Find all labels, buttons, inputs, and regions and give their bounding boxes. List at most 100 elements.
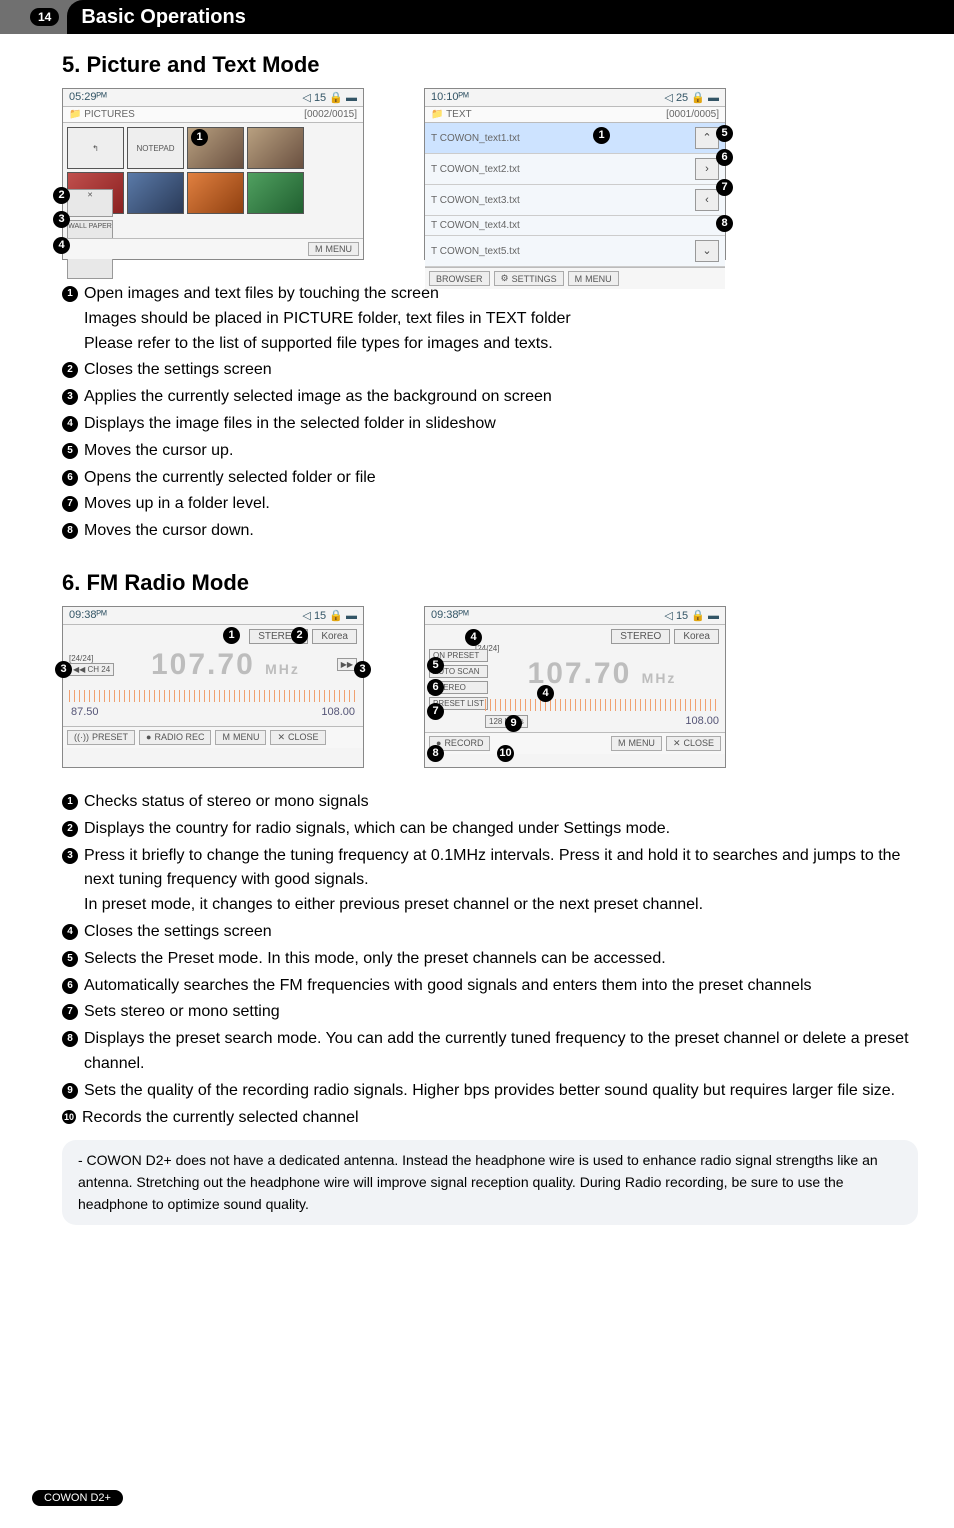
badge-5: 5: [716, 125, 733, 142]
item-number-badge: 6: [62, 470, 78, 486]
item-text: Opens the currently selected folder or f…: [84, 466, 918, 491]
section-6-title: 6. FM Radio Mode: [62, 570, 918, 596]
item-text: Checks status of stereo or mono signals: [84, 790, 918, 815]
fm-screenshot-settings: 09:38ᴾᴹ ◁ 15 🔒 ▬ STEREO Korea [24/24] ON…: [424, 606, 726, 768]
fm-preset-counter: [24/24]: [69, 654, 114, 663]
section-5-title: 5. Picture and Text Mode: [62, 52, 918, 78]
badge-2: 2: [53, 187, 70, 204]
item-number-badge: 7: [62, 1004, 78, 1020]
fm2-dial-scale: [485, 699, 719, 711]
description-item: 6 Opens the currently selected folder or …: [62, 466, 918, 491]
fm-range-labels: 87.50 108.00: [69, 706, 357, 722]
badge-fm-1: 1: [223, 627, 240, 644]
item-text: Selects the Preset mode. In this mode, o…: [84, 947, 918, 972]
antenna-note: - COWON D2+ does not have a dedicated an…: [62, 1140, 918, 1225]
description-item: 2 Displays the country for radio signals,…: [62, 817, 918, 842]
item-number-badge: 2: [62, 821, 78, 837]
image-thumb[interactable]: [187, 172, 244, 214]
file-down-icon[interactable]: ⌄: [695, 240, 719, 262]
fm-frequency-display: 107.70 MHz: [120, 644, 330, 686]
pic-counter: [0002/0015]: [304, 109, 357, 120]
description-item: 5Moves the cursor up.: [62, 439, 918, 464]
prev-tune-button[interactable]: ◀◀ CH 24: [69, 663, 114, 676]
item-number-badge: 3: [62, 848, 78, 864]
close-settings-button[interactable]: ✕: [67, 189, 113, 217]
page-content: 5. Picture and Text Mode 05:29ᴾᴹ ◁ 15 🔒 …: [0, 34, 954, 1225]
text-screenshot: 10:10ᴾᴹ ◁ 25 🔒 ▬ 📁 TEXT [0001/0005] T CO…: [424, 88, 726, 260]
description-item: 9Sets the quality of the recording radio…: [62, 1079, 918, 1104]
description-item: 1Checks status of stereo or mono signals: [62, 790, 918, 815]
item-number-badge: 1: [62, 286, 78, 302]
item-text: Displays the country for radio signals, …: [84, 817, 918, 842]
country-indicator: Korea: [674, 629, 719, 644]
pic-statusbar: 05:29ᴾᴹ ◁ 15 🔒 ▬: [63, 89, 363, 107]
item-text: Displays the image files in the selected…: [84, 412, 918, 437]
badge-fm-10: 10: [497, 745, 514, 762]
pic-crumb-row: 📁 PICTURES [0002/0015]: [63, 107, 363, 123]
text-crumb-row: 📁 TEXT [0001/0005]: [425, 107, 725, 123]
image-thumb[interactable]: [127, 172, 184, 214]
item-text: Applies the currently selected image as …: [84, 385, 918, 410]
item-number-badge: 2: [62, 362, 78, 378]
section-5-screenshots: 05:29ᴾᴹ ◁ 15 🔒 ▬ 📁 PICTURES [0002/0015] …: [62, 88, 918, 260]
settings-button[interactable]: ⚙ SETTINGS: [494, 271, 564, 286]
radio-rec-button[interactable]: ● RADIO REC: [139, 730, 211, 745]
pic-status-icons: ◁ 15 🔒 ▬: [302, 91, 357, 104]
badge-6: 6: [716, 149, 733, 166]
item-number-badge: 8: [62, 1031, 78, 1047]
badge-4: 4: [53, 237, 70, 254]
image-thumb[interactable]: [247, 172, 304, 214]
description-item: 4Closes the settings screen: [62, 920, 918, 945]
item-number-badge: 8: [62, 523, 78, 539]
file-back-icon[interactable]: ‹: [695, 189, 719, 211]
fm-status-icons: ◁ 15 🔒 ▬: [302, 609, 357, 622]
description-item: 7Moves up in a folder level.: [62, 492, 918, 517]
close-button[interactable]: ✕ CLOSE: [270, 730, 325, 745]
badge-fm-4b: 4: [537, 685, 554, 702]
item-text: Open images and text files by touching t…: [84, 282, 918, 356]
menu-button[interactable]: M MENU: [611, 736, 662, 751]
description-item: 8 Displays the preset search mode. You ca…: [62, 1027, 918, 1077]
image-thumb[interactable]: [247, 127, 304, 169]
description-item: 10Records the currently selected channel: [62, 1106, 918, 1131]
item-number-badge: 10: [62, 1110, 76, 1124]
description-item: 3Press it briefly to change the tuning f…: [62, 844, 918, 918]
text-file-row[interactable]: T COWON_text3.txt ‹: [425, 185, 725, 216]
text-time: 10:10ᴾᴹ: [431, 91, 469, 104]
item-number-badge: 6: [62, 978, 78, 994]
item-text: Automatically searches the FM frequencie…: [84, 974, 918, 999]
description-item: 7 Sets stereo or mono setting: [62, 1000, 918, 1025]
item-number-badge: 9: [62, 1083, 78, 1099]
text-file-row[interactable]: T COWON_text5.txt ⌄: [425, 236, 725, 267]
fm-time: 09:38ᴾᴹ: [69, 609, 107, 622]
pic-crumb-label: 📁 PICTURES: [69, 109, 135, 120]
description-item: 5Selects the Preset mode. In this mode, …: [62, 947, 918, 972]
text-file-row[interactable]: T COWON_text4.txt: [425, 216, 725, 236]
browser-button[interactable]: BROWSER: [429, 271, 490, 286]
description-item: 1 Open images and text files by touching …: [62, 282, 918, 356]
fm2-statusbar: 09:38ᴾᴹ ◁ 15 🔒 ▬: [425, 607, 725, 625]
page-header: 14 Basic Operations: [0, 0, 954, 34]
stereo-indicator: STEREO: [611, 629, 670, 644]
file-open-icon[interactable]: ›: [695, 158, 719, 180]
text-file-row[interactable]: T COWON_text1.txt ⌃: [425, 123, 725, 154]
badge-7: 7: [716, 179, 733, 196]
item-number-badge: 5: [62, 443, 78, 459]
section-6-screenshots: 09:38ᴾᴹ ◁ 15 🔒 ▬ STEREO Korea [24/24] ◀◀…: [62, 606, 918, 768]
description-item: 8Moves the cursor down.: [62, 519, 918, 544]
fm-dial-scale: [69, 690, 357, 702]
notepad-thumb[interactable]: NOTEPAD: [127, 127, 184, 169]
fm2-time: 09:38ᴾᴹ: [431, 609, 469, 622]
preset-button[interactable]: ((·)) PRESET: [67, 730, 135, 745]
menu-button[interactable]: M MENU: [215, 730, 266, 745]
fm-statusbar: 09:38ᴾᴹ ◁ 15 🔒 ▬: [63, 607, 363, 625]
text-file-row[interactable]: T COWON_text2.txt ›: [425, 154, 725, 185]
badge-fm-2: 2: [291, 627, 308, 644]
close-button[interactable]: ✕ CLOSE: [666, 736, 721, 751]
up-folder-thumb[interactable]: ↰: [67, 127, 124, 169]
item-text: Sets stereo or mono setting: [84, 1000, 918, 1025]
item-text: Displays the preset search mode. You can…: [84, 1027, 918, 1077]
menu-button[interactable]: M MENU: [568, 271, 619, 286]
fm2-preset-counter: [24/24]: [475, 644, 719, 653]
menu-button[interactable]: M MENU: [308, 242, 359, 256]
